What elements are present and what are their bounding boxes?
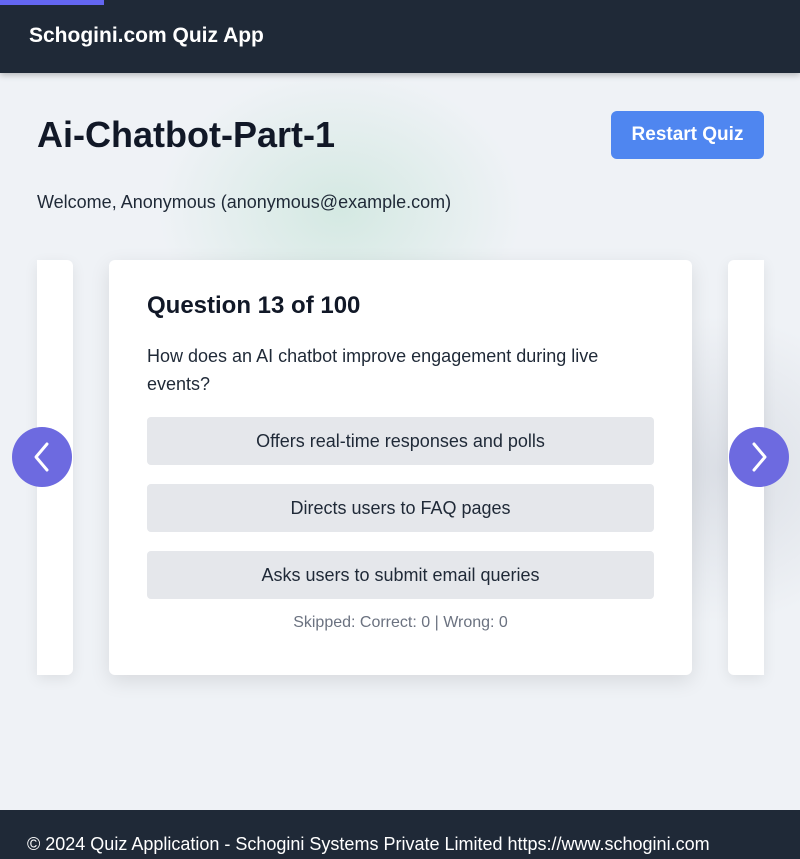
answer-option[interactable]: Asks users to submit email queries: [147, 551, 654, 599]
page-title: Ai-Chatbot-Part-1: [37, 114, 335, 155]
question-counter: Question 13 of 100: [147, 292, 361, 319]
welcome-message: Welcome, Anonymous (anonymous@example.co…: [37, 192, 452, 212]
app-header: Schogini.com Quiz App: [0, 0, 800, 73]
question-card: Question 13 of 100 How does an AI chatbo…: [109, 260, 692, 675]
quiz-progress-fill: [0, 0, 104, 5]
restart-quiz-button[interactable]: Restart Quiz: [611, 111, 764, 159]
app-footer: © 2024 Quiz Application - Schogini Syste…: [0, 810, 800, 859]
previous-question-button[interactable]: [12, 427, 72, 487]
score-status: Skipped: Correct: 0 | Wrong: 0: [293, 614, 508, 631]
quiz-progress-bar: [0, 0, 800, 5]
chevron-left-icon: [34, 442, 49, 472]
question-text: How does an AI chatbot improve engagemen…: [147, 346, 599, 394]
chevron-right-icon: [752, 442, 767, 472]
answer-option[interactable]: Directs users to FAQ pages: [147, 484, 654, 532]
answer-option[interactable]: Offers real-time responses and polls: [147, 417, 654, 465]
next-question-button[interactable]: [729, 427, 789, 487]
footer-copyright: © 2024 Quiz Application - Schogini Syste…: [27, 834, 710, 854]
app-title: Schogini.com Quiz App: [29, 24, 264, 47]
